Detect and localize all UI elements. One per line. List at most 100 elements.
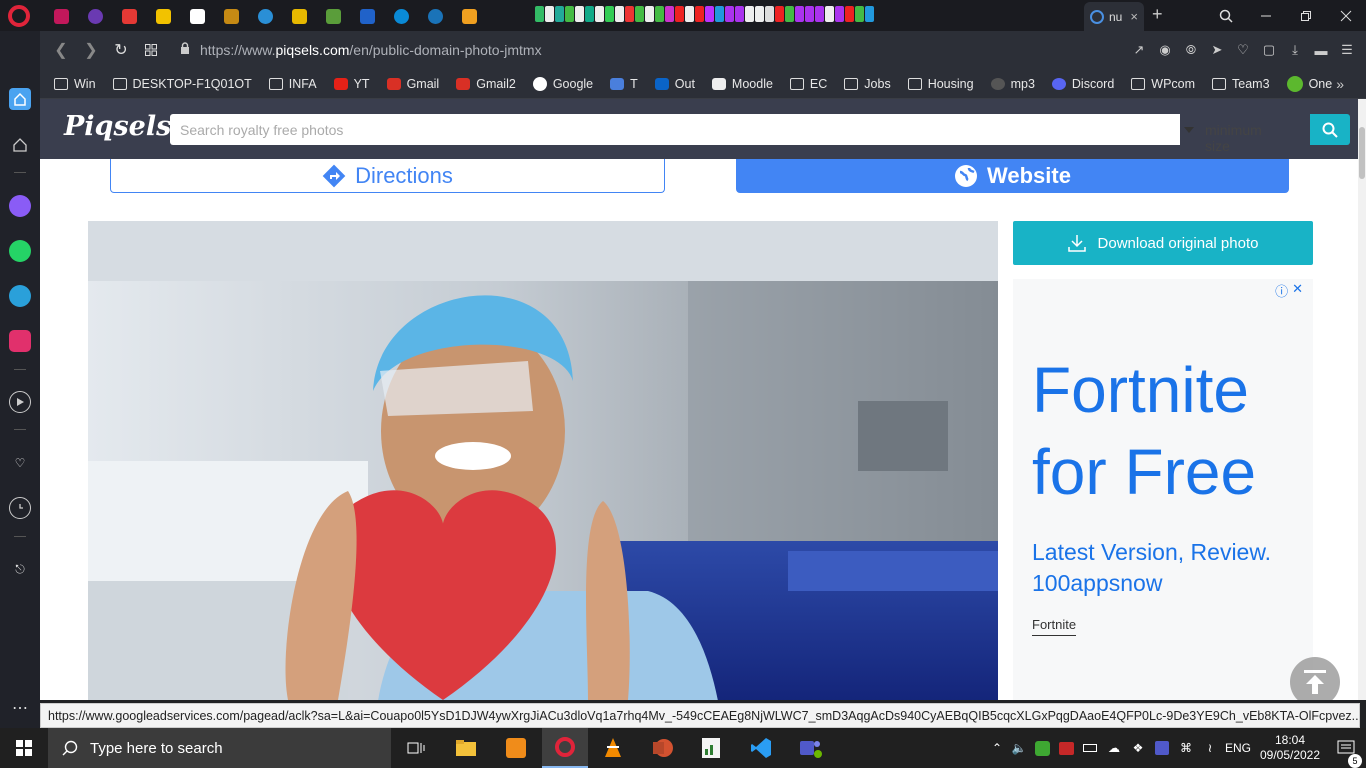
language-indicator[interactable]: ENG	[1222, 741, 1254, 755]
speed-dial-icon[interactable]	[9, 134, 31, 156]
bookmarks-overflow-icon[interactable]: »	[1336, 76, 1344, 92]
adblock-icon[interactable]: ⦾	[1178, 42, 1204, 58]
site-logo[interactable]: Piqsels	[64, 111, 171, 142]
whatsapp-icon[interactable]	[9, 240, 31, 262]
tab-11[interactable]	[384, 4, 418, 28]
bookmark-moodle[interactable]: Moodle	[711, 77, 773, 91]
security-check-icon[interactable]	[1030, 740, 1054, 756]
info-icon[interactable]: ⓘ	[1275, 281, 1288, 300]
close-window-icon[interactable]	[1326, 0, 1366, 31]
network-icon[interactable]: ⌘	[1174, 741, 1198, 755]
vlc-icon[interactable]	[590, 728, 636, 768]
file-explorer-icon[interactable]	[443, 728, 489, 768]
share-icon[interactable]: ↗	[1126, 42, 1152, 58]
send-icon[interactable]: ➤	[1204, 42, 1230, 58]
sidebar-more-icon[interactable]: ⋯	[9, 697, 31, 719]
tray-app-icon[interactable]	[1054, 741, 1078, 755]
bookmark-desktop[interactable]: DESKTOP-F1Q01OT	[112, 77, 252, 91]
ad-title[interactable]: Fortnite for Free	[1032, 349, 1302, 513]
bookmark-win[interactable]: Win	[54, 77, 96, 91]
search-button[interactable]	[1310, 114, 1350, 145]
wifi-icon[interactable]: ≀	[1198, 741, 1222, 755]
tab-13[interactable]	[452, 4, 486, 28]
minimum-size-select[interactable]: minimum size	[1205, 122, 1262, 154]
directions-button[interactable]: Directions	[110, 159, 665, 193]
tab-9[interactable]	[316, 4, 350, 28]
bookmark-infa[interactable]: INFA	[268, 77, 317, 91]
download-icon[interactable]: ⤓	[1282, 42, 1308, 58]
tab-10[interactable]	[350, 4, 384, 28]
opera-taskbar-icon[interactable]	[542, 728, 588, 768]
pinboard-heart-icon[interactable]: ♡	[9, 452, 31, 474]
pdf-app-icon[interactable]	[493, 728, 539, 768]
back-icon[interactable]: ❮	[46, 35, 76, 65]
bookmark-gmail[interactable]: Gmail	[386, 77, 439, 91]
bookmark-google[interactable]: Google	[532, 76, 593, 91]
clock[interactable]: 18:04 09/05/2022	[1254, 733, 1326, 763]
new-tab-button[interactable]: +	[1152, 4, 1163, 25]
minimize-icon[interactable]	[1246, 0, 1286, 31]
tab-6[interactable]	[214, 4, 248, 28]
cube-icon[interactable]: ▢	[1256, 42, 1282, 58]
bookmark-gmail2[interactable]: Gmail2	[456, 77, 516, 91]
tab-8[interactable]	[282, 4, 316, 28]
bookmark-housing[interactable]: Housing	[907, 77, 974, 91]
tabs-grid-icon[interactable]	[136, 35, 166, 65]
tab-1[interactable]	[44, 4, 78, 28]
bookmark-wpcom[interactable]: WPcom	[1131, 77, 1195, 91]
snapshot-icon[interactable]: ◉	[1152, 42, 1178, 58]
bookmark-ec[interactable]: EC	[789, 77, 827, 91]
bookmark-jobs[interactable]: Jobs	[844, 77, 891, 91]
active-tab[interactable]: nu ×	[1084, 2, 1144, 31]
ad-subtitle[interactable]: Latest Version, Review. 100appsnow	[1032, 537, 1302, 599]
url-field[interactable]: https://www.piqsels.com/en/public-domain…	[180, 42, 542, 58]
scrollbar-thumb[interactable]	[1359, 127, 1365, 179]
forward-icon[interactable]: ❯	[76, 35, 106, 65]
tab-7[interactable]	[248, 4, 282, 28]
bookmark-t[interactable]: T	[610, 77, 638, 91]
telegram-icon[interactable]	[9, 285, 31, 307]
tab-12[interactable]	[418, 4, 452, 28]
tab-5[interactable]	[180, 4, 214, 28]
heart-icon[interactable]: ♡	[1230, 42, 1256, 58]
notifications-icon[interactable]: 5	[1326, 740, 1366, 768]
bookmark-mp3[interactable]: mp3	[990, 77, 1035, 91]
bookmark-one[interactable]: One	[1286, 75, 1332, 92]
ad-choices[interactable]: ⓘ ✕	[1275, 281, 1303, 300]
start-button[interactable]	[0, 728, 48, 768]
easy-setup-icon[interactable]: ☰	[1334, 42, 1360, 58]
player-icon[interactable]	[9, 391, 31, 413]
tab-2[interactable]	[78, 4, 112, 28]
home-icon[interactable]	[9, 88, 31, 110]
messenger-icon[interactable]	[9, 195, 31, 217]
teams-icon[interactable]	[787, 728, 833, 768]
website-button[interactable]: Website	[736, 159, 1289, 193]
bookmark-team3[interactable]: Team3	[1212, 77, 1270, 91]
taskbar-search[interactable]: Type here to search	[48, 728, 391, 768]
tips-bulb-icon[interactable]: ⎋	[9, 558, 31, 580]
restore-icon[interactable]	[1286, 0, 1326, 31]
tab-4[interactable]	[146, 4, 180, 28]
opera-menu-icon[interactable]	[8, 5, 30, 27]
battery-icon[interactable]	[1078, 744, 1102, 752]
teams-tray-icon[interactable]	[1150, 741, 1174, 755]
instagram-icon[interactable]	[9, 330, 31, 352]
chevron-down-icon[interactable]	[1184, 127, 1194, 133]
volume-icon[interactable]: 🔈	[1008, 741, 1030, 755]
tray-expand-icon[interactable]: ⌃	[986, 741, 1008, 755]
bookmark-discord[interactable]: Discord	[1051, 77, 1114, 91]
ad-link[interactable]: Fortnite	[1032, 617, 1077, 636]
page-scrollbar[interactable]	[1358, 99, 1366, 700]
onedrive-icon[interactable]: ☁	[1102, 741, 1126, 755]
task-view-icon[interactable]	[393, 728, 439, 768]
bookmark-out[interactable]: Out	[654, 77, 695, 91]
ad-panel[interactable]: ⓘ ✕ Fortnite for Free Latest Version, Re…	[1013, 279, 1313, 700]
bluetooth-icon[interactable]: ❖	[1126, 741, 1150, 755]
history-icon[interactable]	[9, 497, 31, 519]
scroll-to-top-button[interactable]	[1290, 657, 1340, 700]
reload-icon[interactable]: ↻	[106, 35, 136, 65]
search-input[interactable]: Search royalty free photos minimum size	[170, 114, 1262, 154]
powerpoint-icon[interactable]	[640, 728, 686, 768]
main-photo[interactable]	[88, 221, 998, 700]
vscode-icon[interactable]	[738, 728, 784, 768]
